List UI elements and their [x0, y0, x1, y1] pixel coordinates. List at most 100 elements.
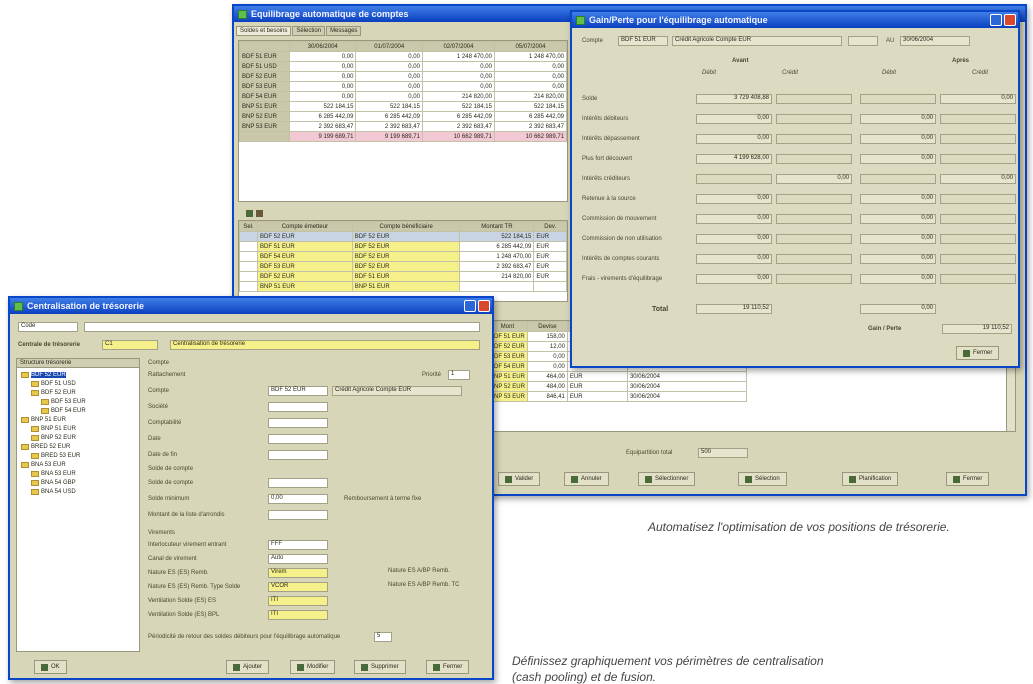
ok-button[interactable]: OK [34, 660, 67, 674]
filter-select[interactable]: Code [18, 322, 78, 332]
form-field[interactable] [268, 434, 328, 444]
grid-icon[interactable] [246, 210, 253, 217]
tree-node[interactable]: BDF 52 EUR [31, 390, 76, 396]
form-field[interactable] [268, 402, 328, 412]
tree-node[interactable]: BNA 53 EUR [21, 462, 66, 468]
list-header[interactable]: Dev. [533, 221, 567, 232]
form-field[interactable]: ITI [268, 610, 328, 620]
centralisation-titlebar[interactable]: Centralisation de trésorerie [10, 298, 492, 314]
grid-row[interactable]: BDF 52 EUR 0,00 0,00 0,00 0,00 [239, 71, 567, 82]
form-field[interactable]: FFF [268, 540, 328, 550]
tab-selection[interactable]: Sélection [292, 26, 326, 36]
ajouter-button[interactable]: Ajouter [226, 660, 270, 674]
list-row[interactable]: BDF 51 EUR BDF 52 EUR 6 285 442,09 EUR [239, 241, 567, 252]
list-row[interactable]: BDF 54 EUR BDF 52 EUR 1 248 470,00 EUR [239, 251, 567, 262]
tree-node[interactable]: BDF 51 USD [31, 381, 76, 387]
tree-node[interactable]: BNA 54 USD [31, 489, 76, 495]
form-field[interactable]: BDF 52 EUR [268, 386, 328, 396]
lower-header[interactable]: Devise [526, 321, 568, 332]
form-field[interactable]: VCOR [268, 582, 328, 592]
grid-header[interactable]: 02/07/2004 [421, 41, 495, 52]
au-label: AU [886, 38, 895, 44]
list-header[interactable]: Sel. [239, 221, 258, 232]
close-button[interactable] [478, 300, 490, 312]
list-row[interactable]: BDF 53 EUR BDF 52 EUR 2 392 683,47 EUR [239, 261, 567, 272]
list-row[interactable]: BNP 51 EUR BNP 51 EUR [239, 281, 567, 292]
list-cell: BDF 52 EUR [351, 261, 461, 272]
au-field[interactable]: 30/06/2004 [900, 36, 970, 46]
centralisation-name-field[interactable]: Centralisation de trésorerie [170, 340, 480, 350]
valider-button[interactable]: Valider [498, 472, 541, 486]
tree-node[interactable]: BNP 51 EUR [21, 417, 66, 423]
list-header[interactable]: Compte émetteur [257, 221, 353, 232]
lower-cell: 30/06/2004 [626, 371, 748, 382]
grid-row[interactable]: BNP 52 EUR 6 285 442,09 6 285 442,09 6 285 … [239, 111, 567, 122]
tree-node[interactable]: BDF 53 EUR [41, 399, 86, 405]
tree-node[interactable]: BRED 52 EUR [21, 444, 70, 450]
lower-row[interactable]: BNP 51 EUR 464,00 EUR 30/06/2004 [487, 371, 748, 382]
tree-node[interactable]: BDF 54 EUR [41, 408, 86, 414]
lower-row[interactable]: BNP 52 EUR 484,00 EUR 30/06/2004 [487, 381, 748, 392]
apres-label: Après [952, 58, 970, 64]
amount-field [776, 114, 852, 124]
tab-soldes[interactable]: Soldes et besoins [236, 26, 292, 36]
selectionner-button[interactable]: Sélectionner [638, 472, 696, 486]
annuler-button[interactable]: Annuler [564, 472, 609, 486]
tree-node[interactable]: BDF 52 EUR [21, 372, 66, 378]
tree-node[interactable]: BNA 53 EUR [31, 471, 76, 477]
note-field[interactable]: 5 [374, 632, 392, 642]
grid-header[interactable]: 30/06/2004 [288, 41, 357, 52]
lower-row[interactable]: BNP 53 EUR 846,41 EUR 30/06/2004 [487, 391, 748, 402]
form-field[interactable] [268, 450, 328, 460]
gain-perte-titlebar[interactable]: Gain/Perte pour l'équilibrage automatiqu… [572, 12, 1018, 28]
tree-node[interactable]: BNA 54 GBP [31, 480, 76, 486]
grid-row[interactable]: BDF 54 EUR 0,00 0,00 214 820,00 214 820,00 [239, 91, 567, 102]
tree-tab[interactable]: Structure trésorerie [17, 359, 139, 368]
help-button[interactable] [464, 300, 476, 312]
fermer-button[interactable]: Fermer [946, 472, 990, 486]
list-row[interactable]: BDF 52 EUR BDF 52 EUR 522 184,15 EUR [239, 231, 567, 242]
tab-messages[interactable]: Messages [326, 26, 362, 36]
form-field[interactable]: Auto [268, 554, 328, 564]
planification-button[interactable]: Planification [842, 472, 899, 486]
tree-node[interactable]: BNP 51 EUR [31, 426, 76, 432]
modifier-button[interactable]: Modifier [290, 660, 336, 674]
grid-header[interactable]: 05/07/2004 [493, 41, 567, 52]
supprimer-button[interactable]: Supprimer [354, 660, 406, 674]
centralisation-code-field[interactable]: C1 [102, 340, 158, 350]
tree-node[interactable]: BRED 53 EUR [31, 453, 80, 459]
close-button[interactable] [1004, 14, 1016, 26]
equipartition-field[interactable]: 500 [698, 448, 748, 458]
grid-row[interactable]: BNP 51 EUR 522 184,15 522 184,15 522 184,15… [239, 101, 567, 112]
fermer-button[interactable]: Fermer [956, 346, 1000, 360]
help-button[interactable] [990, 14, 1002, 26]
amount-value: 0,00 [1001, 175, 1013, 181]
form-field[interactable] [268, 510, 328, 520]
tree-node-label: BNP 52 EUR [41, 435, 76, 441]
form-field[interactable]: Virem [268, 568, 328, 578]
search-input[interactable] [84, 322, 480, 332]
grid-row[interactable]: BDF 51 USD 0,00 0,00 0,00 0,00 [239, 61, 567, 72]
form-label: Date de fin [148, 452, 178, 458]
grid-row[interactable]: BDF 53 EUR 0,00 0,00 0,00 0,00 [239, 81, 567, 92]
filter-value: Code [21, 323, 36, 329]
grid-row[interactable]: BDF 51 EUR 0,00 0,00 1 248 470,00 1 248 470,… [239, 51, 567, 62]
compte-field[interactable]: BDF 51 EUR [618, 36, 668, 46]
form-field[interactable]: 0,00 [268, 494, 328, 504]
list-header[interactable]: Compte bénéficiaire [351, 221, 461, 232]
lower-cell: 464,00 [526, 371, 568, 382]
grid-header[interactable]: 01/07/2004 [355, 41, 423, 52]
priority-field[interactable]: 1 [448, 370, 470, 380]
form-field[interactable]: ITI [268, 596, 328, 606]
list-header[interactable]: Montant TR [459, 221, 535, 232]
form-field[interactable] [268, 478, 328, 488]
fermer-button[interactable]: Fermer [426, 660, 470, 674]
selection-button[interactable]: Sélection [738, 472, 787, 486]
list-row[interactable]: BDF 52 EUR BDF 51 EUR 214 820,00 EUR [239, 271, 567, 282]
tree-node[interactable]: BNP 52 EUR [31, 435, 76, 441]
checkbox-label[interactable]: Remboursement à terme fixe [344, 496, 421, 502]
form-field[interactable] [268, 418, 328, 428]
grid-row[interactable]: BNP 53 EUR 2 392 683,47 2 392 683,47 2 392 … [239, 121, 567, 132]
print-icon[interactable] [256, 210, 263, 217]
virements-list-panel: Sel. Compte émetteur Compte bénéficiaire… [238, 220, 568, 302]
